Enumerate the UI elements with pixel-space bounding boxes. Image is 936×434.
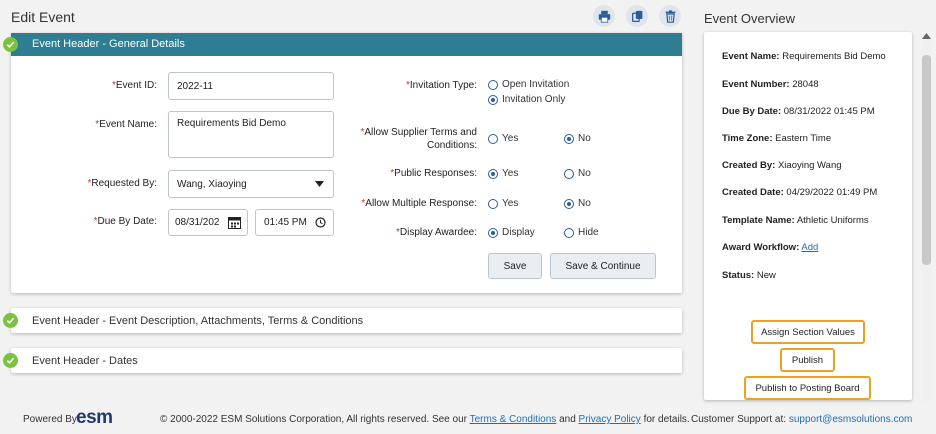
- due-by-label: *Due By Date:: [93, 216, 157, 227]
- powered-by-label: Powered By:: [23, 414, 80, 425]
- awardee-hide-radio[interactable]: Hide: [564, 227, 599, 238]
- overview-event-number: Event Number: 28048: [722, 79, 819, 90]
- trash-icon: [665, 9, 675, 23]
- publish-button[interactable]: Publish: [780, 348, 835, 372]
- radio-button[interactable]: [564, 227, 574, 238]
- public-responses-label: *Public Responses:: [390, 168, 477, 179]
- copy-button[interactable]: [626, 5, 648, 27]
- radio-button[interactable]: [564, 168, 574, 179]
- save-button[interactable]: Save: [488, 253, 542, 279]
- open-invitation-radio[interactable]: Open Invitation: [488, 79, 569, 90]
- section-description-attachments[interactable]: Event Header - Event Description, Attach…: [11, 308, 682, 333]
- add-workflow-link[interactable]: Add: [801, 242, 818, 253]
- due-date-input[interactable]: 08/31/202: [168, 209, 248, 236]
- requested-by-select[interactable]: Wang, Xiaoying: [168, 170, 334, 198]
- public-no-radio[interactable]: No: [564, 168, 591, 179]
- footer: Powered By: esm © 2000-2022 ESM Solution…: [0, 404, 936, 434]
- event-id-input[interactable]: 2022-11: [168, 72, 334, 100]
- privacy-link[interactable]: Privacy Policy: [579, 414, 641, 425]
- radio-button[interactable]: [488, 198, 498, 209]
- due-date-value: 08/31/202: [175, 217, 220, 228]
- scrollbar-thumb[interactable]: [922, 55, 931, 265]
- footer-copyright: © 2000-2022 ESM Solutions Corporation, A…: [160, 414, 690, 425]
- due-time-input[interactable]: 01:45 PM: [255, 209, 334, 236]
- multiple-no-radio[interactable]: No: [564, 198, 591, 209]
- support-email-link[interactable]: support@esmsolutions.com: [789, 414, 913, 425]
- radio-button[interactable]: [564, 198, 574, 209]
- overview-due-date: Due By Date: 08/31/2022 01:45 PM: [722, 106, 875, 117]
- check-icon: [3, 313, 18, 328]
- radio-button[interactable]: [488, 94, 498, 105]
- save-continue-button[interactable]: Save & Continue: [550, 253, 656, 279]
- section-title: Event Header - Event Description, Attach…: [32, 315, 364, 327]
- assign-section-values-button[interactable]: Assign Section Values: [751, 320, 865, 344]
- check-icon: [3, 37, 18, 52]
- overview-award-workflow: Award Workflow: Add: [722, 242, 819, 253]
- esm-logo: esm: [76, 407, 113, 428]
- supplier-terms-label: *Allow Supplier Terms and Conditions:: [360, 127, 477, 151]
- supplier-terms-yes-radio[interactable]: Yes: [488, 133, 518, 144]
- delete-button[interactable]: [659, 5, 681, 27]
- radio-button[interactable]: [488, 133, 498, 144]
- overview-time-zone: Time Zone: Eastern Time: [722, 133, 832, 144]
- print-button[interactable]: [593, 5, 615, 27]
- event-name-textarea[interactable]: Requirements Bid Demo: [168, 111, 334, 158]
- overview-template-name: Template Name: Athletic Uniforms: [722, 215, 869, 226]
- radio-button[interactable]: [488, 227, 498, 238]
- overview-panel: Event Name: Requirements Bid Demo Event …: [704, 32, 912, 400]
- multiple-yes-radio[interactable]: Yes: [488, 198, 518, 209]
- print-icon: [598, 10, 610, 23]
- invitation-type-label: *Invitation Type:: [406, 80, 477, 91]
- overview-created-by: Created By: Xiaoying Wang: [722, 160, 842, 171]
- invitation-only-radio[interactable]: Invitation Only: [488, 94, 565, 105]
- overview-created-date: Created Date: 04/29/2022 01:49 PM: [722, 187, 878, 198]
- requested-by-value: Wang, Xiaoying: [177, 178, 247, 190]
- event-name-label: *Event Name:: [95, 119, 157, 130]
- overview-status: Status: New: [722, 270, 776, 281]
- multiple-response-label: *Allow Multiple Response:: [361, 198, 477, 209]
- public-yes-radio[interactable]: Yes: [488, 168, 518, 179]
- terms-link[interactable]: Terms & Conditions: [470, 414, 557, 425]
- calendar-icon[interactable]: [228, 216, 241, 232]
- caret-down-icon: [315, 180, 324, 191]
- event-id-label: *Event ID:: [111, 80, 157, 91]
- clock-icon[interactable]: [315, 217, 326, 231]
- radio-button[interactable]: [564, 133, 574, 144]
- check-icon: [3, 353, 18, 368]
- scroll-up-icon[interactable]: [922, 31, 931, 42]
- copy-icon: [631, 10, 642, 22]
- section-title: Event Header - Dates: [32, 355, 138, 367]
- section-dates[interactable]: Event Header - Dates: [11, 348, 682, 373]
- due-time-value: 01:45 PM: [264, 217, 307, 228]
- publish-posting-board-button[interactable]: Publish to Posting Board: [744, 376, 871, 400]
- supplier-terms-no-radio[interactable]: No: [564, 133, 591, 144]
- page-title: Edit Event: [11, 9, 75, 25]
- customer-support: Customer Support at: support@esmsolution…: [691, 414, 913, 425]
- requested-by-label: *Requested By:: [87, 178, 157, 189]
- display-awardee-label: *Display Awardee:: [396, 227, 477, 238]
- overview-event-name: Event Name: Requirements Bid Demo: [722, 51, 886, 62]
- radio-button[interactable]: [488, 79, 498, 90]
- radio-button[interactable]: [488, 168, 498, 179]
- general-details-header[interactable]: Event Header - General Details: [11, 33, 682, 56]
- general-details-title: Event Header - General Details: [32, 38, 185, 50]
- awardee-display-radio[interactable]: Display: [488, 227, 535, 238]
- overview-title: Event Overview: [704, 11, 796, 26]
